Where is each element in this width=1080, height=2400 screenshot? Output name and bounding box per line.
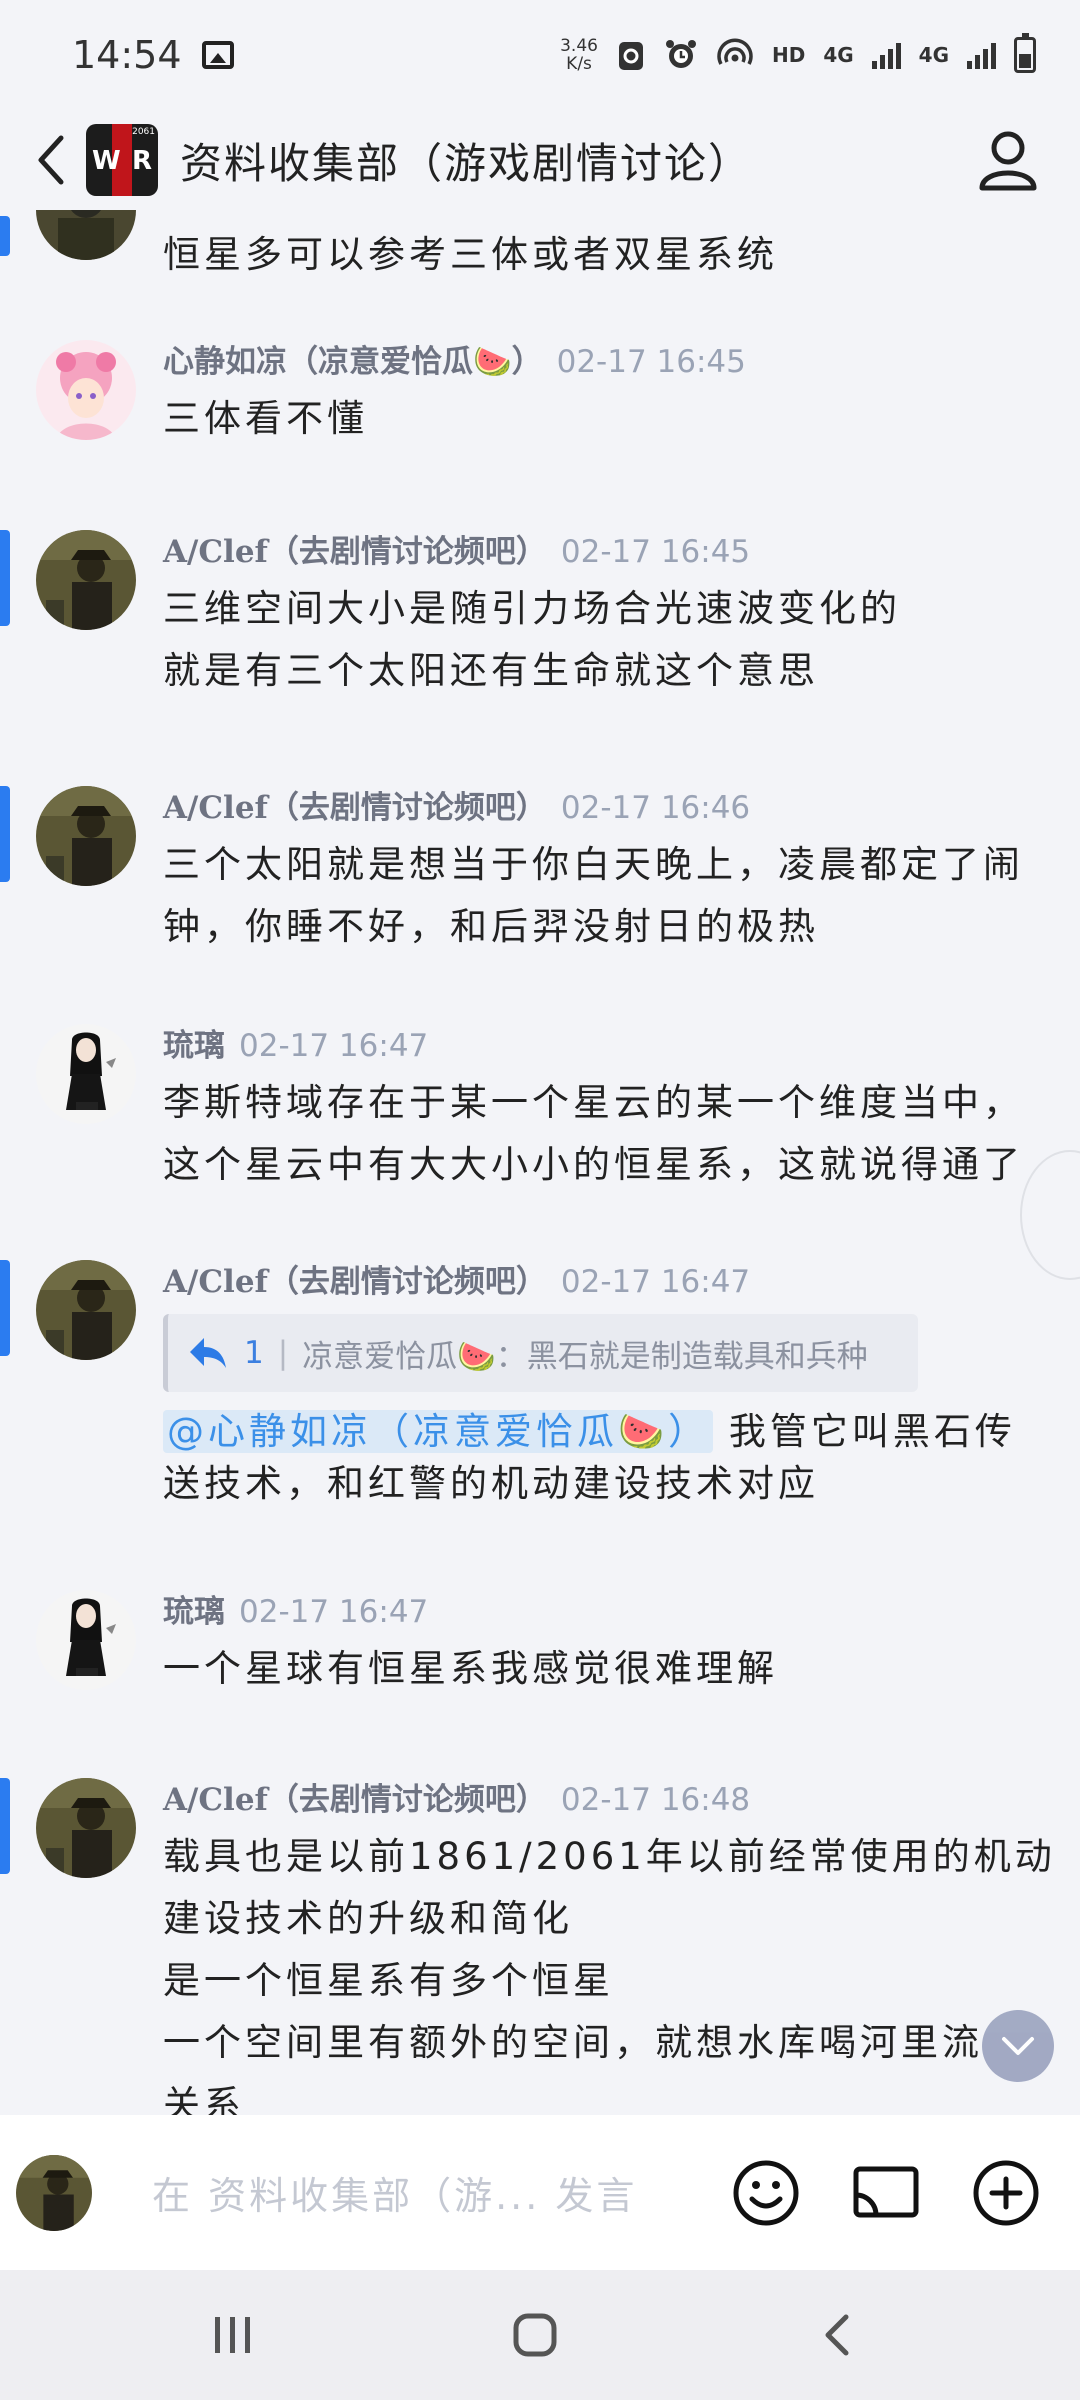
net-speed-value: 3.46 xyxy=(560,36,598,56)
message-meta: 琉璃 02-17 16:47 xyxy=(163,1024,1050,1068)
message-input[interactable]: 在 资料收集部（游... 发言 xyxy=(152,2165,637,2220)
hd-indicator: HD xyxy=(771,43,806,67)
message-meta: 心静如凉（凉意爱恰瓜🍉） 02-17 16:45 xyxy=(163,340,1050,384)
scroll-to-bottom-button[interactable] xyxy=(982,2010,1054,2082)
status-bar: 14:54 3.46 K/s HD 4G 4G xyxy=(0,0,1080,110)
message-line: 建设技术的升级和简化 xyxy=(163,1897,573,1940)
message-line: 载具也是以前1861/2061年以前经常使用的机动 xyxy=(163,1835,1056,1878)
unread-marker xyxy=(0,786,10,882)
message-time: 02-17 16:46 xyxy=(560,790,751,826)
group-title[interactable]: 资料收集部（游戏剧情讨论） xyxy=(180,130,752,191)
avatar[interactable] xyxy=(36,1024,136,1124)
message-time: 02-17 16:48 xyxy=(560,1782,751,1818)
status-time: 14:54 xyxy=(72,33,182,77)
recents-icon[interactable] xyxy=(198,2300,268,2370)
message-text: @心静如凉（凉意爱恰瓜🍉） 我管它叫黑石传 送技术，和红警的机动建设技术对应 xyxy=(163,1406,1050,1510)
net-speed-unit: K/s xyxy=(566,54,592,74)
message-time: 02-17 16:47 xyxy=(560,1264,751,1300)
avatar[interactable] xyxy=(36,210,136,260)
message-meta: 琉璃 02-17 16:47 xyxy=(163,1590,1050,1634)
unread-marker xyxy=(0,216,10,256)
quote-count: 1 xyxy=(244,1335,264,1371)
network-4g-1: 4G xyxy=(823,43,854,67)
system-nav-bar xyxy=(0,2270,1080,2400)
message-meta: A/Clef（去剧情讨论频吧） 02-17 16:45 xyxy=(163,530,1050,574)
message-line: 是一个恒星系有多个恒星 xyxy=(163,1959,614,2002)
chat-header: W R 2061 资料收集部（游戏剧情讨论） xyxy=(0,110,1080,210)
message-time: 02-17 16:47 xyxy=(239,1028,429,1064)
sender-name[interactable]: A/Clef（去剧情讨论频吧） xyxy=(163,534,547,570)
message-line: 送技术，和红警的机动建设技术对应 xyxy=(163,1462,819,1505)
message-list[interactable]: 恒星多可以参考三体或者双星系统 心静如凉（凉意爱恰瓜🍉） 02-17 16:45 … xyxy=(0,210,1080,2115)
message-line: 钟，你睡不好，和后羿没射日的极热 xyxy=(163,905,819,948)
unread-marker xyxy=(0,530,10,626)
logo-year: 2061 xyxy=(132,127,155,137)
reply-icon xyxy=(190,1338,226,1368)
mention-link[interactable]: @心静如凉（凉意爱恰瓜🍉） xyxy=(163,1410,714,1453)
status-icons: 3.46 K/s HD 4G 4G xyxy=(560,33,1036,73)
emoji-icon[interactable] xyxy=(728,2155,804,2231)
sender-name[interactable]: A/Clef（去剧情讨论频吧） xyxy=(163,790,547,826)
message-meta: A/Clef（去剧情讨论频吧） 02-17 16:46 xyxy=(163,786,1050,830)
message-line: 一个空间里有额外的空间，就想水库喝河里流 xyxy=(163,2021,983,2064)
profile-icon[interactable] xyxy=(972,124,1044,196)
home-icon[interactable] xyxy=(500,2300,570,2370)
message-text: 李斯特域存在于某一个星云的某一个维度当中， 这个星云中有大大小小的恒星系，这就说… xyxy=(163,1072,1050,1196)
alarm-icon xyxy=(665,40,696,68)
avatar[interactable] xyxy=(36,340,136,440)
unread-marker xyxy=(0,1260,10,1356)
net-speed: 3.46 K/s xyxy=(560,37,598,73)
signal-icon-2 xyxy=(967,41,996,69)
add-icon[interactable] xyxy=(968,2155,1044,2231)
quote-separator: | xyxy=(277,1335,289,1371)
sender-name[interactable]: A/Clef（去剧情讨论频吧） xyxy=(163,1264,547,1300)
sender-name[interactable]: 琉璃 xyxy=(163,1028,225,1064)
nav-back-icon[interactable] xyxy=(802,2300,872,2370)
message-text: 三体看不懂 xyxy=(163,388,1050,450)
sender-name[interactable]: 心静如凉（凉意爱恰瓜🍉） xyxy=(163,344,543,380)
message-line: 恒星多可以参考三体或者双星系统 xyxy=(163,233,778,276)
message-text: 一个星球有恒星系我感觉很难理解 xyxy=(163,1638,1050,1700)
message-line: 关系 xyxy=(163,2083,245,2115)
message-meta: A/Clef（去剧情讨论频吧） 02-17 16:48 xyxy=(163,1778,1050,1822)
message-line: 就是有三个太阳还有生命就这个意思 xyxy=(163,649,819,692)
group-avatar[interactable]: W R 2061 xyxy=(86,124,158,196)
chevron-down-icon xyxy=(1002,2037,1034,2055)
unread-marker xyxy=(0,1778,10,1874)
hotspot-icon xyxy=(717,38,753,65)
message-line: 三体看不懂 xyxy=(163,397,368,440)
message-time: 02-17 16:47 xyxy=(239,1594,429,1630)
message-line: 这个星云中有大大小小的恒星系，这就说得通了 xyxy=(163,1143,1024,1186)
back-icon[interactable] xyxy=(30,130,70,190)
avatar[interactable] xyxy=(36,530,136,630)
message-line: 一个星球有恒星系我感觉很难理解 xyxy=(163,1647,778,1690)
message-text: 恒星多可以参考三体或者双星系统 xyxy=(163,224,1050,286)
signal-icon-1 xyxy=(871,41,901,69)
sender-name[interactable]: A/Clef（去剧情讨论频吧） xyxy=(163,1782,547,1818)
message-line: 三个太阳就是想当于你白天晚上，凌晨都定了闹 xyxy=(163,843,1024,886)
network-4g-2: 4G xyxy=(918,43,949,67)
message-line: 李斯特域存在于某一个星云的某一个维度当中， xyxy=(163,1081,1024,1124)
message-line: 三维空间大小是随引力场合光速波变化的 xyxy=(163,587,901,630)
message-time: 02-17 16:45 xyxy=(560,534,751,570)
recycle-icon xyxy=(618,42,643,70)
avatar[interactable] xyxy=(36,786,136,886)
cast-icon[interactable] xyxy=(848,2155,924,2231)
quote-text: 凉意爱恰瓜🍉：黑石就是制造载具和兵种 xyxy=(302,1338,868,1375)
input-bar: 在 资料收集部（游... 发言 xyxy=(0,2115,1080,2270)
message-meta: A/Clef（去剧情讨论频吧） 02-17 16:47 xyxy=(163,1260,1050,1304)
message-text: 三维空间大小是随引力场合光速波变化的 就是有三个太阳还有生命就这个意思 xyxy=(163,578,1050,702)
gallery-icon xyxy=(201,41,234,69)
message-time: 02-17 16:45 xyxy=(556,344,746,380)
self-avatar[interactable] xyxy=(16,2155,92,2231)
avatar[interactable] xyxy=(36,1260,136,1360)
battery-icon xyxy=(1014,33,1036,73)
message-line: 我管它叫黑石传 xyxy=(713,1410,1016,1453)
reply-quote[interactable]: 1 | 凉意爱恰瓜🍉：黑石就是制造载具和兵种 xyxy=(163,1314,918,1392)
avatar[interactable] xyxy=(36,1590,136,1690)
message-text: 载具也是以前1861/2061年以前经常使用的机动 建设技术的升级和简化 是一个… xyxy=(163,1826,1056,2115)
sender-name[interactable]: 琉璃 xyxy=(163,1594,225,1630)
avatar[interactable] xyxy=(36,1778,136,1878)
message-text: 三个太阳就是想当于你白天晚上，凌晨都定了闹 钟，你睡不好，和后羿没射日的极热 xyxy=(163,834,1050,958)
